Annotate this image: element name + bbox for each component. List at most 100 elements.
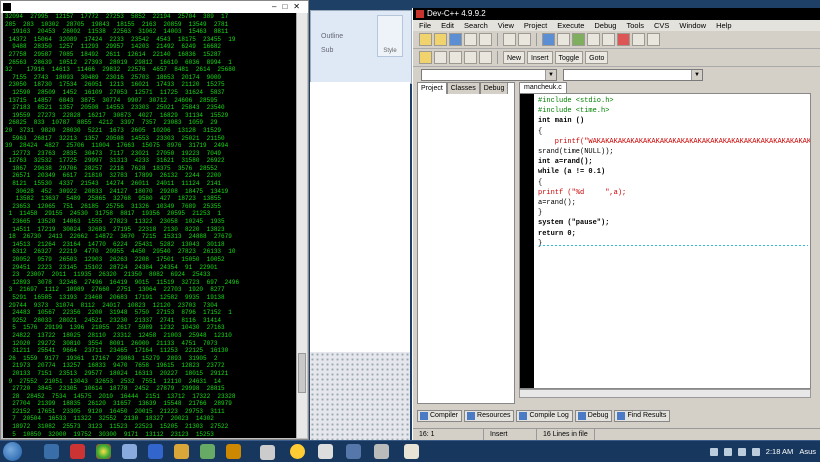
console-scrollbar[interactable] xyxy=(296,13,307,438)
menu-tools[interactable]: Tools xyxy=(626,20,644,31)
help2-icon[interactable] xyxy=(464,51,477,64)
battery-icon[interactable] xyxy=(751,447,760,456)
ribbon-sub[interactable]: Sub xyxy=(321,47,333,54)
app-icon[interactable] xyxy=(200,444,215,459)
console-line: 9252 28033 28021 24521 23230 21337 2741 … xyxy=(5,316,222,324)
menu-window[interactable]: Window xyxy=(679,20,706,31)
class-combo[interactable]: ▼ xyxy=(421,69,557,81)
menu-debug[interactable]: Debug xyxy=(594,20,616,31)
app-icon[interactable] xyxy=(374,444,389,459)
menu-edit[interactable]: Edit xyxy=(441,20,454,31)
console-line: 8121 15530 4337 21543 14274 26011 24011 … xyxy=(5,180,222,188)
app-icon[interactable] xyxy=(290,444,305,459)
help-icon[interactable] xyxy=(647,33,660,46)
rebuild-icon[interactable] xyxy=(632,33,645,46)
open-icon[interactable] xyxy=(419,33,432,46)
scroll-thumb[interactable] xyxy=(298,353,306,393)
code-editor[interactable]: #include <stdio.h> #include <time.h> int m… xyxy=(519,93,811,389)
chevron-down-icon[interactable]: ▼ xyxy=(545,70,556,80)
chevron-down-icon[interactable]: ▼ xyxy=(691,70,702,80)
class-icon[interactable] xyxy=(434,51,447,64)
menu-execute[interactable]: Execute xyxy=(557,20,584,31)
media-icon[interactable] xyxy=(70,444,85,459)
console-line: 7 20504 16533 11322 32552 2130 18327 200… xyxy=(5,415,214,423)
code-line: printf ("%d ",a); xyxy=(538,188,627,197)
file-tab[interactable]: mancheuk.c xyxy=(519,82,567,93)
app-icon[interactable] xyxy=(226,444,241,459)
console-line: 14372 15064 32089 17424 2233 23542 4543 … xyxy=(5,35,236,43)
tab-classes[interactable]: Classes xyxy=(446,82,480,94)
explorer-icon[interactable] xyxy=(44,444,59,459)
devcpp-titlebar[interactable]: Dev-C++ 4.9.9.2 xyxy=(413,8,820,20)
menu-project[interactable]: Project xyxy=(524,20,547,31)
devcpp-icon xyxy=(416,10,424,18)
insert-button[interactable]: Insert xyxy=(527,51,553,64)
editor-hscrollbar[interactable] xyxy=(519,389,811,398)
clock[interactable]: 2:18 AM xyxy=(766,447,794,456)
console-line: 28 28452 7534 14575 2010 16444 2151 1371… xyxy=(5,392,236,400)
console-window[interactable]: –□✕ 32094 27995 12157 17772 27253 5852 2… xyxy=(0,0,309,440)
tab-debug[interactable]: Debug xyxy=(479,82,509,94)
run-icon[interactable] xyxy=(602,33,615,46)
tray-arrow-icon[interactable] xyxy=(709,447,718,456)
bottom-tab-compiler[interactable]: Compiler xyxy=(417,410,463,422)
console-titlebar[interactable]: –□✕ xyxy=(1,1,308,13)
redo-icon[interactable] xyxy=(518,33,531,46)
save-all-icon[interactable] xyxy=(449,33,462,46)
new-button[interactable]: New xyxy=(503,51,526,64)
source-code[interactable]: #include <stdio.h> #include <time.h> int m… xyxy=(538,96,810,249)
app-icon[interactable] xyxy=(148,444,163,459)
member-combo[interactable]: ▼ xyxy=(563,69,703,81)
console-output: 32094 27995 12157 17772 27253 5852 22194… xyxy=(3,13,296,438)
bottom-tab-resources[interactable]: Resources xyxy=(464,410,515,422)
app-icon[interactable] xyxy=(318,444,333,459)
app-icon[interactable] xyxy=(174,444,189,459)
window-controls[interactable]: –□✕ xyxy=(272,1,306,13)
find-icon[interactable] xyxy=(542,33,555,46)
goto-line-icon[interactable] xyxy=(572,33,585,46)
devcpp-window[interactable]: Dev-C++ 4.9.9.2 File Edit Search View Projec… xyxy=(412,8,820,440)
replace-icon[interactable] xyxy=(557,33,570,46)
menu-search[interactable]: Search xyxy=(464,20,488,31)
menu-file[interactable]: File xyxy=(419,20,431,31)
console-line: 19559 27273 22828 16217 30873 4027 16829… xyxy=(5,111,229,119)
compile-icon[interactable] xyxy=(587,33,600,46)
code-line: #include <time.h> xyxy=(538,107,610,116)
toolbar-separator xyxy=(497,33,498,46)
tab-project[interactable]: Project xyxy=(417,82,447,94)
console-line: 29451 2223 23145 15102 28724 24384 24354… xyxy=(5,263,218,271)
project-icon[interactable] xyxy=(419,51,432,64)
save-icon[interactable] xyxy=(434,33,447,46)
menu-view[interactable]: View xyxy=(498,20,514,31)
bottom-tab-debug[interactable]: Debug xyxy=(574,410,613,422)
app-icon[interactable] xyxy=(260,445,275,460)
start-button[interactable] xyxy=(3,442,22,461)
toggle-button[interactable]: Toggle xyxy=(554,51,584,64)
console-line: 27720 3845 23305 10614 18778 2452 27879 … xyxy=(5,385,225,393)
network-icon[interactable] xyxy=(723,447,732,456)
check-icon[interactable] xyxy=(449,51,462,64)
debug-icon[interactable] xyxy=(617,33,630,46)
app-icon[interactable] xyxy=(346,444,361,459)
bottom-tab-find-results[interactable]: Find Results xyxy=(614,410,671,422)
ribbon-outline[interactable]: Outline xyxy=(321,33,343,40)
bottom-tab-compile-log[interactable]: Compile Log xyxy=(516,410,573,422)
ribbon-style-button[interactable]: Style xyxy=(377,15,403,57)
console-line: 27183 8521 1357 20508 14553 23303 25021 … xyxy=(5,104,225,112)
close-icon[interactable] xyxy=(464,33,477,46)
console-line: 19163 20453 26002 11538 22563 31062 1400… xyxy=(5,28,229,36)
menu-help[interactable]: Help xyxy=(716,20,731,31)
undo-icon[interactable] xyxy=(503,33,516,46)
document-pattern xyxy=(310,352,410,440)
goto-button[interactable]: Goto xyxy=(585,51,609,64)
about-icon[interactable] xyxy=(479,51,492,64)
volume-icon[interactable] xyxy=(737,447,746,456)
chrome-icon[interactable] xyxy=(96,444,111,459)
devcpp-task-icon[interactable] xyxy=(404,444,419,459)
menu-cvs[interactable]: CVS xyxy=(654,20,669,31)
console-line: 29744 9373 31074 8112 24017 10823 12120 … xyxy=(5,301,218,309)
print-icon[interactable] xyxy=(479,33,492,46)
office-document-area xyxy=(310,82,410,440)
console-line: 24822 13722 18025 28110 23312 12458 2100… xyxy=(5,331,232,339)
app-icon[interactable] xyxy=(122,444,137,459)
